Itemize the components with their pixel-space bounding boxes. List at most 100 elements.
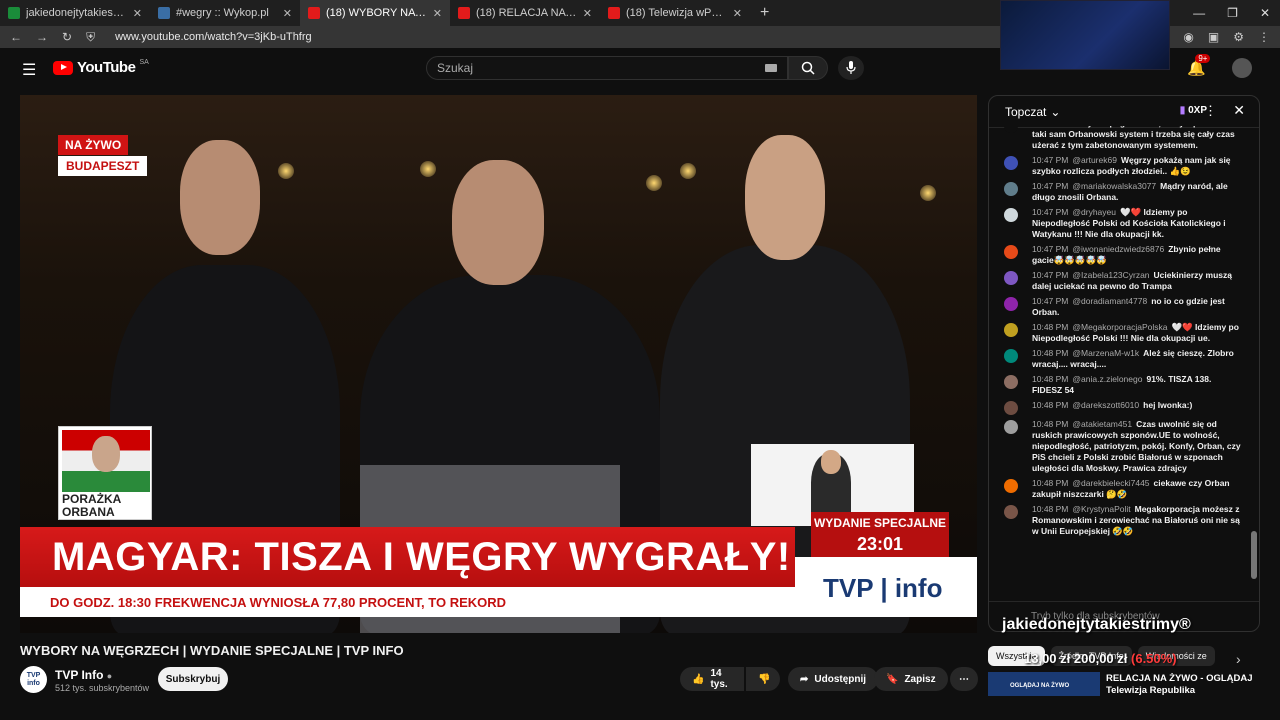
dislike-button[interactable]: 👎 — [746, 667, 780, 691]
close-icon[interactable]: ✕ — [283, 7, 292, 20]
special-edition-label: WYDANIE SPECJALNE — [813, 516, 947, 530]
person-right-head — [745, 135, 825, 260]
close-icon[interactable]: ✕ — [433, 7, 442, 20]
avatar[interactable] — [1004, 323, 1018, 337]
chat-author[interactable]: @arturek69 — [1072, 155, 1117, 165]
chat-message-body: 10:47 PM @Izabela123Cyrzan Uciekinierzy mu… — [1032, 270, 1241, 292]
chat-author[interactable]: @MegakorporacjaPolska — [1072, 322, 1167, 332]
notifications-button[interactable]: 🔔 9+ — [1187, 54, 1211, 77]
forward-icon[interactable]: → — [36, 30, 48, 44]
maximize-icon[interactable]: ❐ — [1227, 6, 1238, 20]
url-field[interactable]: www.youtube.com/watch?v=3jKb-uThfrg — [115, 31, 312, 43]
avatar[interactable] — [1004, 420, 1018, 434]
close-icon[interactable]: ✕ — [733, 7, 742, 20]
chat-message-body: nie dało rady tak pogonić PiS, który wpr… — [1032, 126, 1241, 151]
chat-author[interactable]: @iwonaniedzwiedz6876 — [1072, 244, 1164, 254]
site-info-icon[interactable]: ⛨ — [86, 30, 95, 45]
more-actions-button[interactable]: ⋯ — [950, 667, 978, 691]
avatar[interactable] — [1004, 349, 1018, 363]
subscribe-button[interactable]: Subskrybuj — [158, 667, 228, 691]
search-input[interactable]: Szukaj — [426, 56, 788, 80]
share-label: Udostępnij — [814, 673, 867, 685]
avatar[interactable] — [1004, 245, 1018, 259]
close-icon[interactable]: ✕ — [583, 7, 592, 20]
keyboard-icon[interactable] — [765, 64, 777, 72]
chat-author[interactable]: @atakietam451 — [1072, 419, 1132, 429]
minimize-icon[interactable]: — — [1193, 6, 1205, 20]
avatar[interactable] — [1004, 182, 1018, 196]
mic-icon — [846, 61, 856, 74]
chat-author[interactable]: @Izabela123Cyrzan — [1072, 270, 1149, 280]
light-icon — [278, 163, 294, 179]
recommended-title[interactable]: RELACJA NA ŻYWO - OGLĄDAJ Telewizja Repu… — [1106, 673, 1280, 697]
menu-dots-icon[interactable]: ⋮ — [1258, 30, 1270, 44]
live-chat: Topczat ⌄ ▮ 0XP ⋮ ✕ nie dało rady tak po… — [988, 95, 1260, 632]
extension-icon[interactable]: ⚙ — [1233, 30, 1244, 44]
browser-tab-active[interactable]: (18) WYBORY NA WĘGRZE ✕ — [300, 0, 450, 26]
chat-message: 10:48 PM @darekszott6010 hej Iwonka:) — [989, 400, 1247, 415]
avatar[interactable] — [1004, 505, 1018, 519]
avatar[interactable] — [1004, 208, 1018, 222]
chat-message: 10:47 PM @arturek69 Węgrzy pokażą nam jak … — [989, 155, 1247, 177]
close-window-icon[interactable]: ✕ — [1260, 6, 1270, 20]
browser-tab[interactable]: (18) RELACJA NA ŻYWO - O ✕ — [450, 0, 600, 26]
channel-name[interactable]: TVP Info ● — [55, 668, 112, 682]
chat-message-body: 10:48 PM @ania.z.zielonego 91%. TISZA 138.… — [1032, 374, 1241, 396]
video-player[interactable]: NA ŻYWO BUDAPESZT PORAŻKA ORBANA WYDANIE … — [20, 95, 977, 633]
chat-author[interactable]: @darekbielecki7445 — [1072, 478, 1149, 488]
chat-author[interactable]: @mariakowalska3077 — [1072, 181, 1156, 191]
avatar[interactable] — [1004, 375, 1018, 389]
chat-author[interactable]: @doradiamant4778 — [1072, 296, 1147, 306]
extension-icon[interactable]: ▣ — [1208, 30, 1219, 44]
xp-badge[interactable]: ▮ 0XP — [1180, 105, 1207, 116]
avatar[interactable] — [1004, 479, 1018, 493]
channel-avatar[interactable]: TVP info — [20, 666, 47, 693]
chat-time: 10:47 PM — [1032, 244, 1069, 254]
save-button[interactable]: 🔖 Zapisz — [874, 667, 948, 691]
avatar[interactable] — [1004, 156, 1018, 170]
chat-message-body: 10:48 PM @MarzenaM-w1k Ależ się cieszę. Zl… — [1032, 348, 1241, 370]
chat-scrollbar[interactable] — [1251, 531, 1257, 579]
side-graphic: PORAŻKA ORBANA — [58, 426, 152, 520]
chat-author[interactable]: @dryhayeu — [1072, 207, 1116, 217]
browser-tab[interactable]: (18) Telewizja wPolsce24 - P ✕ — [600, 0, 750, 26]
new-tab-icon[interactable]: + — [750, 4, 779, 22]
reload-icon[interactable]: ↻ — [62, 30, 72, 44]
youtube-logo[interactable]: YouTube SA — [53, 59, 149, 76]
recommended-thumbnail[interactable]: OGLĄDAJ NA ŻYWO — [988, 672, 1100, 696]
more-vert-icon[interactable]: ⋮ — [1204, 103, 1217, 119]
chat-message: 10:47 PM @doradiamant4778 no io co gdzie j… — [989, 296, 1247, 318]
avatar[interactable] — [1232, 58, 1252, 78]
avatar[interactable] — [1004, 126, 1018, 133]
avatar[interactable] — [1004, 401, 1018, 415]
share-button[interactable]: ➦ Udostępnij — [788, 667, 879, 691]
chat-mode-dropdown[interactable]: Topczat — [1005, 105, 1046, 119]
browser-tab[interactable]: jakiedonejtytakiestrimyxD S ✕ — [0, 0, 150, 26]
tab-title: (18) Telewizja wPolsce24 - P — [626, 7, 727, 19]
person-center-head — [452, 160, 544, 285]
search-button[interactable] — [788, 56, 828, 80]
chat-author[interactable]: @MarzenaM-w1k — [1072, 348, 1139, 358]
like-button[interactable]: 👍 14 tys. — [680, 667, 744, 691]
voice-search-button[interactable] — [838, 56, 864, 80]
close-icon[interactable]: ✕ — [133, 7, 142, 20]
chevron-right-icon[interactable]: › — [1236, 651, 1241, 667]
tab-title: jakiedonejtytakiestrimyxD S — [26, 7, 127, 19]
browser-tab[interactable]: #wegry :: Wykop.pl ✕ — [150, 0, 300, 26]
chevron-down-icon[interactable]: ⌄ — [1050, 105, 1060, 119]
chat-time: 10:48 PM — [1032, 400, 1069, 410]
chat-message-body: 10:48 PM @MegakorporacjaPolska 🤍❤️ Idziemy… — [1032, 322, 1241, 344]
close-icon[interactable]: ✕ — [1233, 102, 1245, 119]
chat-message: nie dało rady tak pogonić PiS, który wpr… — [989, 126, 1247, 151]
avatar[interactable] — [1004, 297, 1018, 311]
avatar[interactable] — [1004, 271, 1018, 285]
search-placeholder: Szukaj — [437, 61, 474, 75]
chat-time: 10:47 PM — [1032, 155, 1069, 165]
chat-author[interactable]: @ania.z.zielonego — [1072, 374, 1142, 384]
back-icon[interactable]: ← — [10, 30, 22, 44]
menu-icon[interactable]: ☰ — [22, 60, 36, 80]
chat-author[interactable]: @KrystynaPolit — [1072, 504, 1130, 514]
chat-message: 10:48 PM @darekbielecki7445 ciekawe czy Or… — [989, 478, 1247, 500]
chat-author[interactable]: @darekszott6010 — [1072, 400, 1139, 410]
extension-icon[interactable]: ◉ — [1183, 30, 1193, 44]
